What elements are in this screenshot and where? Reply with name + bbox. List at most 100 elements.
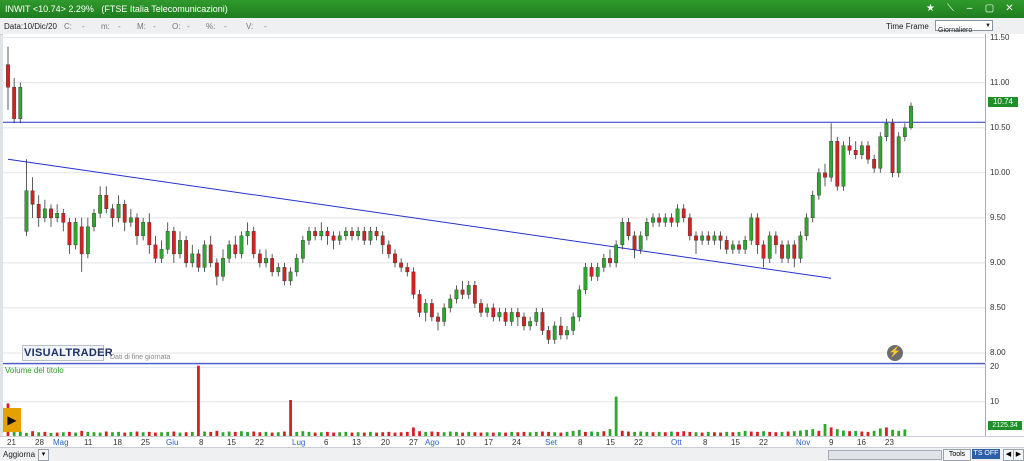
candle-body (657, 217, 662, 223)
candle-body (479, 303, 483, 313)
volume-bar (768, 431, 772, 436)
candle-body (644, 222, 649, 237)
horizontal-scrollbar[interactable] (828, 450, 942, 460)
volume-bar (823, 424, 827, 436)
date-tick-label: 24 (512, 438, 521, 447)
candle-body (485, 307, 490, 313)
price-tick-label: 9.50 (990, 212, 1006, 222)
volume-bar (860, 431, 864, 436)
candle-body (85, 226, 90, 255)
volume-bar (805, 429, 808, 436)
candle-body (128, 217, 133, 223)
candle-body (466, 285, 471, 295)
date-tick-label: 16 (857, 438, 866, 447)
expand-arrow-icon[interactable]: ▶ (3, 408, 21, 432)
date-tick-label: 9 (829, 438, 834, 447)
candle-body (92, 213, 96, 228)
date-tick-label: 18 (113, 438, 122, 447)
volume-bar (295, 431, 299, 436)
volume-bar (25, 432, 28, 436)
candle-body (190, 253, 195, 264)
candle-body (780, 244, 784, 259)
candle-body (853, 150, 858, 155)
candle-body (264, 258, 268, 264)
volume-bar (725, 431, 729, 436)
candle-body (393, 253, 397, 264)
candle-body (663, 217, 668, 223)
candle-body (503, 312, 508, 322)
candle-body (67, 222, 72, 246)
volume-bar (326, 431, 329, 436)
volume-bar (577, 429, 581, 436)
candle-body (528, 321, 533, 327)
volume-bar (233, 431, 237, 436)
volume-bar (332, 432, 335, 436)
volume-bar (442, 432, 446, 436)
candle-body (565, 330, 569, 336)
candle-body (730, 244, 735, 250)
ts-off-button[interactable]: TS OFF (972, 449, 1000, 459)
volume-bar (319, 432, 323, 436)
volume-bar (479, 432, 483, 436)
candle-body (6, 64, 10, 88)
candle-body (386, 244, 391, 255)
tools-button[interactable]: Tools (943, 449, 971, 461)
candle-body (442, 307, 447, 322)
candle-body (233, 244, 238, 255)
date-tick-label: 8 (199, 438, 204, 447)
volume-bar (688, 431, 692, 436)
candle-body (552, 325, 557, 340)
scroll-right-icon[interactable]: ▶ (1013, 449, 1024, 461)
volume-bar (866, 431, 870, 436)
volume-bar (92, 432, 96, 436)
candle-body (749, 217, 754, 241)
candle-body (601, 258, 606, 268)
refresh-button[interactable]: Aggiorna (3, 450, 35, 459)
volume-bar (387, 431, 391, 436)
candle-body (546, 330, 551, 340)
volume-bar (473, 432, 477, 436)
statusbar: Aggiorna ▾ Tools TS OFF ◀ ▶ (0, 447, 1024, 461)
lightning-icon[interactable]: ⚡ (887, 345, 903, 361)
date-tick-label: Ott (671, 438, 682, 447)
volume-bar (283, 431, 286, 436)
volume-bar (516, 432, 520, 436)
candle-body (104, 195, 109, 210)
date-tick-label: 27 (409, 438, 418, 447)
candle-body (411, 271, 416, 295)
volume-bar (393, 432, 397, 436)
price-tick-label: 10.00 (990, 167, 1011, 177)
date-tick-label: Mag (53, 438, 69, 447)
candle-body (620, 222, 625, 246)
date-tick-label: 22 (759, 438, 768, 447)
volume-bar (436, 431, 440, 436)
candle-body (36, 204, 41, 219)
volume-bar (270, 432, 274, 436)
candle-body (122, 204, 127, 223)
volume-bar (498, 432, 501, 436)
volume-bar (792, 431, 796, 436)
refresh-dropdown-icon[interactable]: ▾ (38, 449, 49, 461)
volume-bar (160, 432, 163, 436)
volume-bar (172, 431, 176, 436)
volume-bar (184, 432, 188, 436)
volume-bar (461, 432, 464, 436)
volume-bar (596, 431, 600, 436)
volume-bar (215, 430, 219, 436)
volume-bar (55, 432, 59, 436)
date-tick-label: 17 (484, 438, 493, 447)
candle-body (405, 267, 410, 273)
candle-body (651, 217, 655, 223)
candle-body (577, 289, 582, 318)
candle-body (718, 235, 723, 241)
candle-body (706, 235, 711, 241)
candle-body (829, 141, 834, 178)
volume-bar (356, 432, 360, 436)
date-tick-label: Giu (166, 438, 179, 447)
candle-body (608, 258, 612, 264)
candle-body (847, 145, 852, 151)
volume-bar (338, 432, 342, 436)
volume-bar (780, 431, 784, 436)
candle-body (773, 235, 778, 246)
volume-bar (276, 432, 280, 436)
